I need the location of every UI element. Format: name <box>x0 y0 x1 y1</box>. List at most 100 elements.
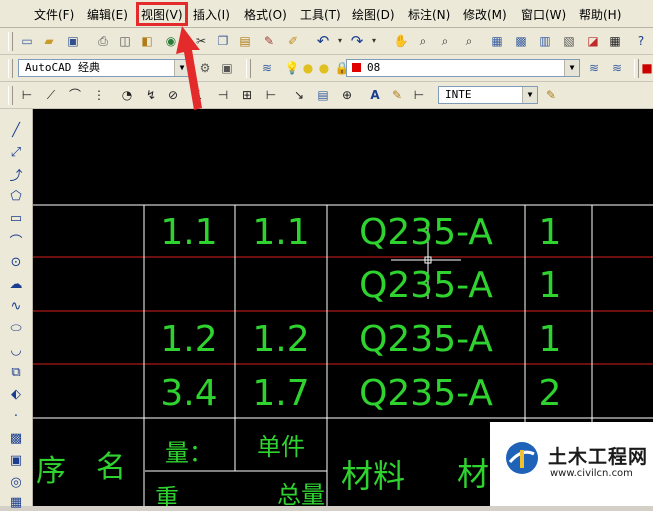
layer-manager-icon[interactable]: ≋ <box>258 59 276 77</box>
polygon-icon[interactable]: ⬠ <box>6 187 26 205</box>
toolbar-grip[interactable] <box>634 59 639 78</box>
revision-cloud-icon[interactable]: ☁ <box>6 275 26 293</box>
menu-help[interactable]: 帮助(H) <box>579 6 621 23</box>
save-workspace-icon[interactable]: ▣ <box>218 59 236 77</box>
open-icon[interactable]: ▰ <box>40 32 58 50</box>
menu-edit[interactable]: 编辑(E) <box>87 6 128 23</box>
calculator-icon[interactable]: ▦ <box>606 32 624 50</box>
table-icon[interactable]: ▦ <box>6 493 26 511</box>
rectangle-icon[interactable]: ▭ <box>6 209 26 227</box>
markup-icon[interactable]: ◪ <box>584 32 602 50</box>
tool-palettes-icon[interactable]: ▥ <box>536 32 554 50</box>
baseline-icon[interactable]: ⊞ <box>238 86 256 104</box>
aligned-dim-icon[interactable]: ⟋ <box>42 86 60 104</box>
redo-dropdown-icon[interactable]: ▾ <box>370 32 378 50</box>
layer-select[interactable]: 08 ▼ <box>346 59 580 77</box>
header-partial-left: 重 <box>155 484 179 506</box>
watermark-url: www.civilcn.com <box>550 468 633 479</box>
layer-vp-freeze-icon[interactable]: ● <box>315 59 333 77</box>
properties-icon[interactable]: ▦ <box>488 32 506 50</box>
cell-material: Q235-A <box>359 373 493 414</box>
zoom-window-icon[interactable]: ⌕ <box>436 32 454 50</box>
radius-icon[interactable]: ◔ <box>118 86 136 104</box>
layer-value: 08 <box>367 61 381 74</box>
cell-material: Q235-A <box>359 212 493 253</box>
cell-weight-unit: 1.7 <box>252 373 309 414</box>
dim-update-icon[interactable]: ⊢ <box>410 86 428 104</box>
save-icon[interactable]: ▣ <box>64 32 82 50</box>
cell-quantity: 1 <box>539 319 562 360</box>
ellipse-arc-icon[interactable]: ◡ <box>6 341 26 359</box>
polyline-icon[interactable]: ⤴ <box>6 165 26 184</box>
menu-modify[interactable]: 修改(M) <box>463 6 507 23</box>
sheet-set-icon[interactable]: ▧ <box>560 32 578 50</box>
dim-edit-icon[interactable]: A <box>366 86 384 104</box>
toolbar-grip[interactable] <box>8 32 13 51</box>
undo-icon[interactable]: ↶ <box>314 32 332 50</box>
menu-dimension[interactable]: 标注(N) <box>408 6 450 23</box>
zoom-previous-icon[interactable]: ⌕ <box>460 32 478 50</box>
paste-icon[interactable]: ▤ <box>236 32 254 50</box>
header-partial-right: 材 <box>457 455 489 493</box>
spline-icon[interactable]: ∿ <box>6 297 26 315</box>
arc-icon[interactable]: ⌒ <box>6 231 26 250</box>
pan-icon[interactable]: ✋ <box>392 32 410 50</box>
toolbar-grip[interactable] <box>8 59 13 78</box>
make-layer-current-icon[interactable]: ≋ <box>585 59 603 77</box>
chevron-down-icon: ▼ <box>522 87 537 103</box>
circle-icon[interactable]: ⊙ <box>6 253 26 271</box>
tolerance-icon[interactable]: ▤ <box>314 86 332 104</box>
toolbar-grip[interactable] <box>8 86 13 105</box>
arc-length-icon[interactable]: ⌒ <box>66 86 84 104</box>
header-unit: 单件 <box>257 433 305 461</box>
line-icon[interactable]: ╱ <box>6 121 26 139</box>
dimension-toolbar: ⊢ ⟋ ⌒ ⋮ ◔ ↯ ⊘ ∠ ⊣ ⊞ ⊢ ↘ ▤ ⊕ A ✎ ⊢ INTE ▼… <box>0 82 653 109</box>
point-icon[interactable]: · <box>6 407 26 425</box>
make-block-icon[interactable]: ⬖ <box>6 385 26 403</box>
dim-text-edit-icon[interactable]: ✎ <box>388 86 406 104</box>
insert-block-icon[interactable]: ⧉ <box>6 363 26 381</box>
linear-dim-icon[interactable]: ⊢ <box>18 86 36 104</box>
hatch-icon[interactable]: ▩ <box>6 429 26 447</box>
undo-dropdown-icon[interactable]: ▾ <box>336 32 344 50</box>
preview-icon[interactable]: ◫ <box>116 32 134 50</box>
menu-insert[interactable]: 插入(I) <box>193 6 230 23</box>
cell-material: Q235-A <box>359 319 493 360</box>
jogged-icon[interactable]: ↯ <box>142 86 160 104</box>
publish-icon[interactable]: ◧ <box>138 32 156 50</box>
cell-weight-total: 1.2 <box>160 319 217 360</box>
workspace-select[interactable]: AutoCAD 经典 ▼ <box>18 59 190 77</box>
dim-style-icon[interactable]: ✎ <box>542 86 560 104</box>
red-arrow-icon <box>176 26 202 110</box>
header-material: 材料 <box>341 457 405 495</box>
zoom-realtime-icon[interactable]: ⌕ <box>414 32 432 50</box>
color-control-icon[interactable]: ■ <box>641 59 652 77</box>
menu-tools[interactable]: 工具(T) <box>300 6 341 23</box>
center-mark-icon[interactable]: ⊕ <box>338 86 356 104</box>
design-center-icon[interactable]: ▩ <box>512 32 530 50</box>
help-icon[interactable]: ? <box>632 32 650 50</box>
block-editor-icon[interactable]: ✐ <box>284 32 302 50</box>
ellipse-icon[interactable]: ⬭ <box>6 319 26 337</box>
toolbar-grip[interactable] <box>246 59 251 78</box>
construction-line-icon[interactable]: ⤢ <box>6 143 26 161</box>
new-icon[interactable]: ▭ <box>18 32 36 50</box>
print-icon[interactable]: ⎙ <box>94 32 112 50</box>
continue-icon[interactable]: ⊢ <box>262 86 280 104</box>
match-properties-icon[interactable]: ✎ <box>260 32 278 50</box>
menu-view-highlight-box <box>136 2 188 26</box>
menu-file[interactable]: 文件(F) <box>34 6 74 23</box>
region-icon[interactable]: ◎ <box>6 473 26 491</box>
annotation-arrow <box>176 26 202 110</box>
redo-icon[interactable]: ↷ <box>348 32 366 50</box>
layer-previous-icon[interactable]: ≋ <box>608 59 626 77</box>
watermark-title: 土木工程网 <box>548 446 649 468</box>
leader-icon[interactable]: ↘ <box>290 86 308 104</box>
menu-window[interactable]: 窗口(W) <box>521 6 566 23</box>
ordinate-icon[interactable]: ⋮ <box>90 86 108 104</box>
dim-style-select[interactable]: INTE ▼ <box>438 86 538 104</box>
menu-draw[interactable]: 绘图(D) <box>352 6 395 23</box>
gradient-icon[interactable]: ▣ <box>6 451 26 469</box>
cell-weight-total: 3.4 <box>160 373 217 414</box>
menu-format[interactable]: 格式(O) <box>244 6 287 23</box>
